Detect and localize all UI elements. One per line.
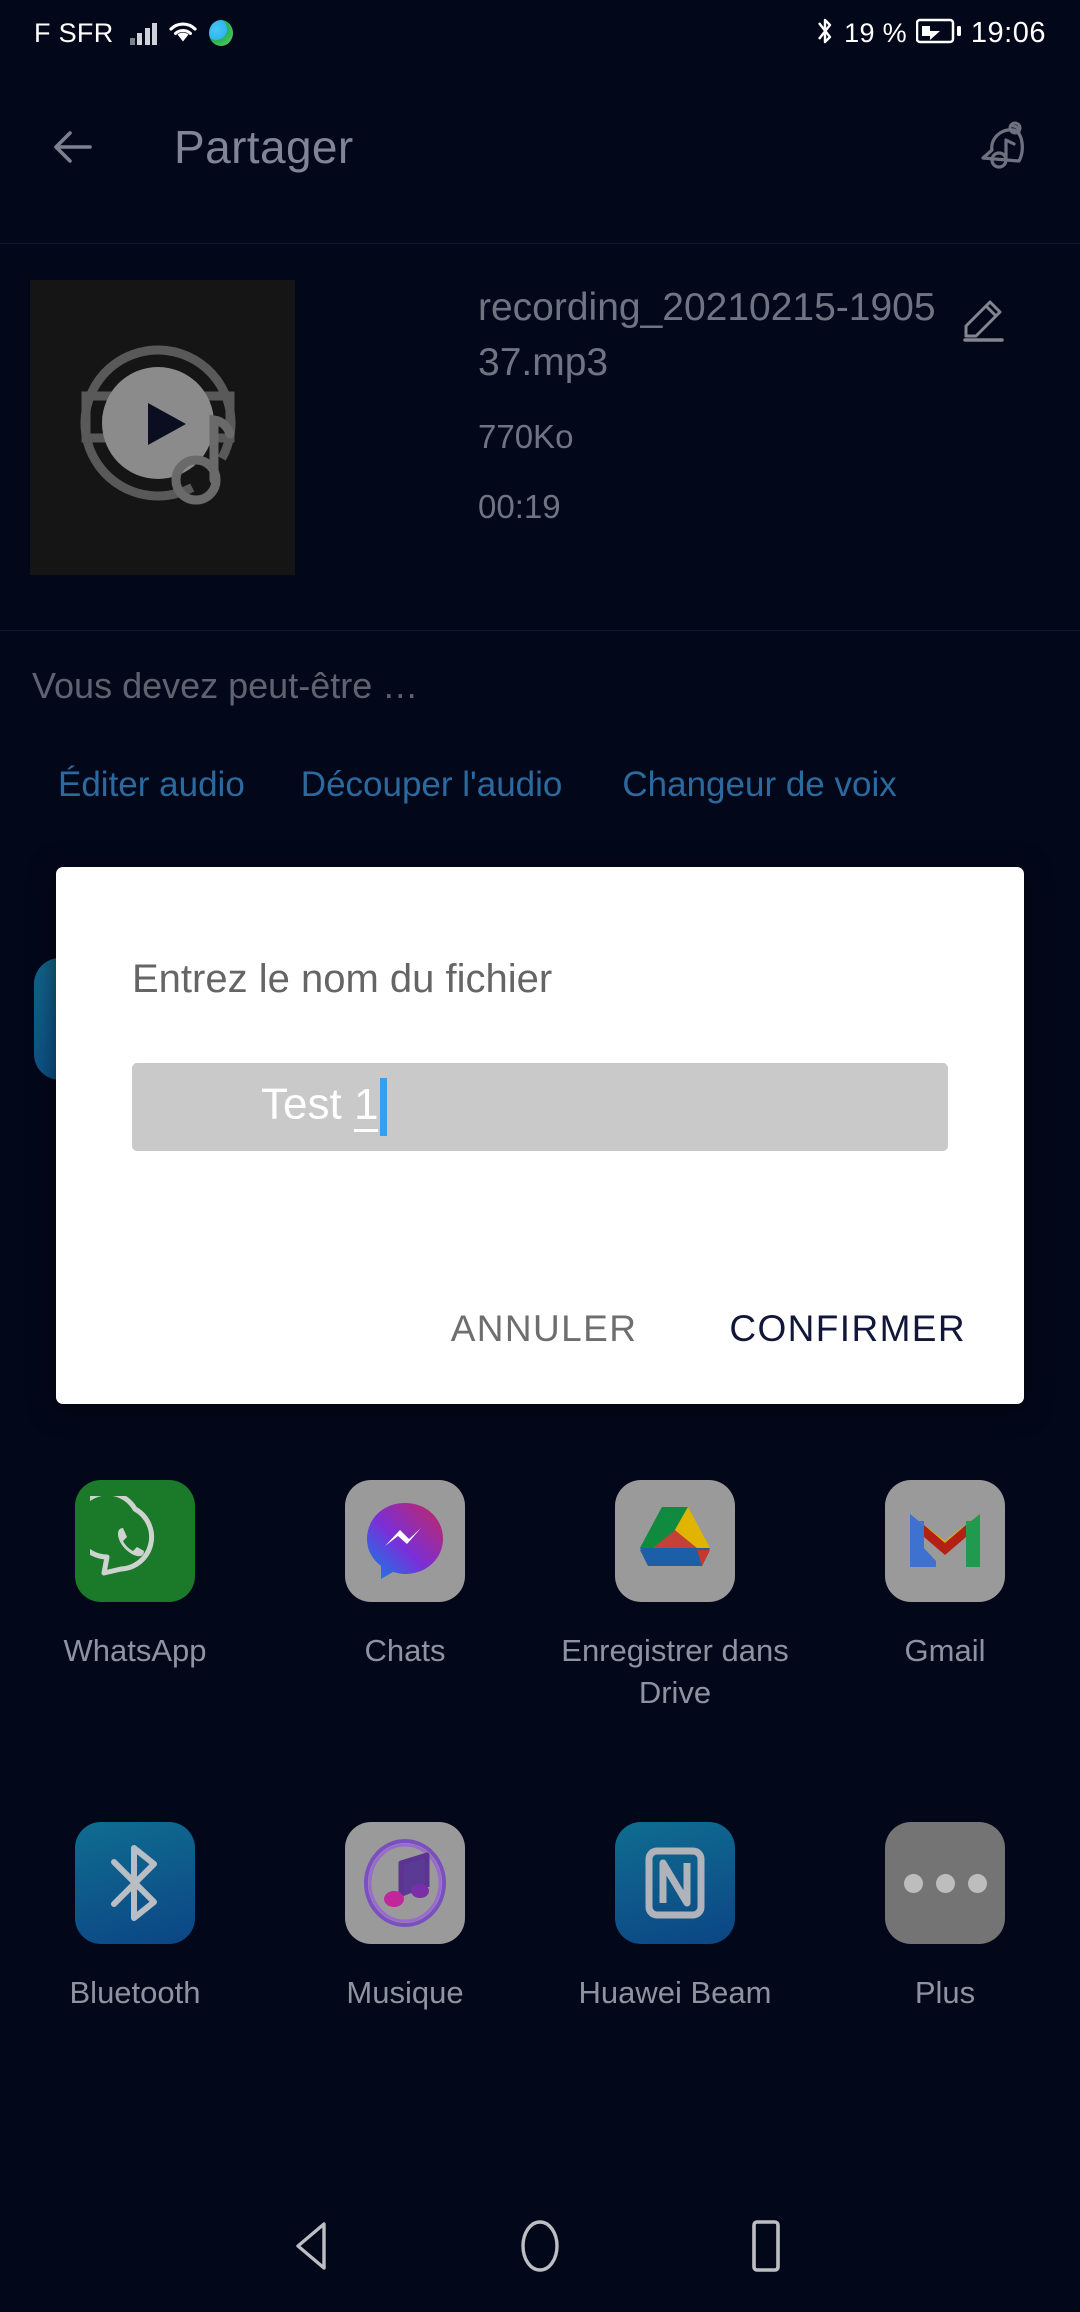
filename-composing-text: 1 (353, 1079, 379, 1132)
file-duration-label: 00:19 (478, 488, 561, 525)
audio-disc-play-icon[interactable] (30, 280, 295, 575)
dialog-actions: ANNULER CONFIRMER (437, 1296, 966, 1362)
gmail-icon (885, 1480, 1005, 1602)
music-note-icon (345, 1822, 465, 1944)
bluetooth-icon (75, 1822, 195, 1944)
carrier-label: F SFR (34, 17, 114, 48)
rename-dialog: Entrez le nom du fichier Test 1 ANNULER … (56, 867, 1024, 1404)
share-row: WhatsApp Chats Enregistrer dans Drive Gm… (0, 1480, 1080, 1714)
battery-percent-label: 19 % (844, 17, 907, 48)
file-info-row: recording_20210215-190537.mp3 770Ko 00:1… (0, 280, 1080, 580)
link-voice-changer[interactable]: Changeur de voix (622, 765, 896, 805)
divider (0, 630, 1080, 631)
share-target-bluetooth[interactable]: Bluetooth (0, 1822, 270, 2014)
globe-icon (209, 20, 233, 46)
share-target-grid: WhatsApp Chats Enregistrer dans Drive Gm… (0, 1480, 1080, 2014)
nav-home-icon[interactable] (512, 2218, 568, 2274)
share-target-label: Gmail (904, 1633, 986, 1668)
filename-text: Test (261, 1079, 354, 1129)
dialog-title: Entrez le nom du fichier (132, 957, 553, 1001)
suggestion-links: Éditer audio Découper l'audio Changeur d… (0, 765, 1080, 805)
signal-bars-icon (129, 21, 157, 45)
share-row: Bluetooth Musique Huawei Beam Plus (0, 1822, 1080, 2014)
share-target-label: Musique (346, 1975, 464, 2010)
divider (0, 243, 1080, 244)
share-target-label: Chats (364, 1633, 446, 1668)
share-target-label: Plus (914, 1975, 976, 2010)
status-bar: F SFR 19 % 19:06 (0, 0, 1080, 66)
page-title: Partager (174, 121, 354, 173)
bell-music-icon[interactable] (972, 116, 1034, 178)
status-bar-left: F SFR (34, 18, 233, 49)
google-drive-icon (615, 1480, 735, 1602)
bluetooth-icon (815, 15, 835, 52)
pencil-icon[interactable] (962, 296, 1008, 342)
status-bar-right: 19 % 19:06 (815, 15, 1046, 52)
app-bar: Partager (0, 66, 1080, 228)
wifi-icon (167, 18, 199, 49)
file-name-label: recording_20210215-190537.mp3 (478, 286, 936, 384)
back-arrow-icon[interactable] (46, 119, 102, 175)
text-caret (380, 1078, 388, 1136)
share-target-drive[interactable]: Enregistrer dans Drive (540, 1480, 810, 1714)
clock-label: 19:06 (970, 16, 1046, 49)
more-dots-icon (885, 1822, 1005, 1944)
share-target-label: WhatsApp (63, 1633, 207, 1668)
file-meta: recording_20210215-190537.mp3 770Ko 00:1… (478, 280, 948, 526)
share-target-chats[interactable]: Chats (270, 1480, 540, 1714)
share-target-label: Bluetooth (69, 1975, 201, 2010)
filename-input[interactable]: Test 1 (132, 1063, 948, 1151)
share-target-music[interactable]: Musique (270, 1822, 540, 2014)
link-trim-audio[interactable]: Découper l'audio (301, 765, 563, 805)
confirm-button[interactable]: CONFIRMER (651, 1296, 966, 1362)
whatsapp-icon (75, 1480, 195, 1602)
phone-screen: F SFR 19 % 19:06 Partager recording_2021… (0, 0, 1080, 2312)
cancel-button[interactable]: ANNULER (437, 1296, 652, 1362)
messenger-icon (345, 1480, 465, 1602)
battery-charging-icon (915, 18, 962, 49)
share-target-more[interactable]: Plus (810, 1822, 1080, 2014)
nfc-icon (615, 1822, 735, 1944)
link-edit-audio[interactable]: Éditer audio (58, 765, 245, 805)
suggestion-label: Vous devez peut-être … (32, 665, 419, 706)
navigation-bar (0, 2180, 1080, 2312)
nav-recents-icon[interactable] (738, 2218, 794, 2274)
nav-back-icon[interactable] (286, 2218, 342, 2274)
share-target-label: Enregistrer dans Drive (561, 1633, 789, 1710)
share-target-label: Huawei Beam (578, 1975, 772, 2010)
share-target-gmail[interactable]: Gmail (810, 1480, 1080, 1714)
file-size-label: 770Ko (478, 418, 574, 455)
share-target-huawei-beam[interactable]: Huawei Beam (540, 1822, 810, 2014)
share-target-whatsapp[interactable]: WhatsApp (0, 1480, 270, 1714)
